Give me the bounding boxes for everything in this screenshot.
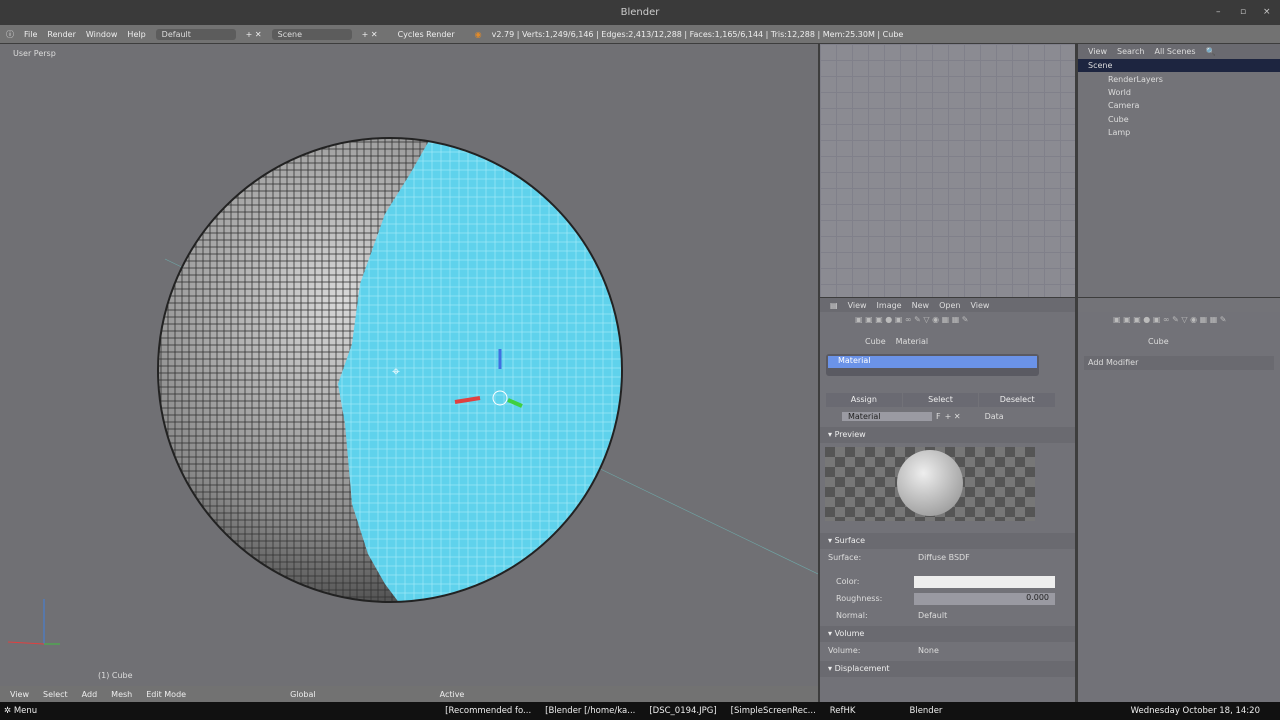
preview-panel-header[interactable]: Preview (835, 430, 866, 439)
outliner-label: RenderLayers (1108, 74, 1163, 84)
menu-mesh[interactable]: Mesh (111, 690, 132, 699)
menu-add[interactable]: Add (82, 690, 98, 699)
window-titlebar: Blender – ▫ × (0, 0, 1280, 25)
info-icon[interactable]: ⓘ (6, 29, 14, 40)
outliner-filter-select[interactable]: All Scenes (1154, 47, 1195, 56)
3d-view-header: View Select Add Mesh Edit Mode Global Ac… (0, 686, 818, 702)
clock[interactable]: Wednesday October 18, 14:20 (1131, 706, 1260, 716)
outliner: View Search All Scenes 🔍 Scene RenderLayers… (1078, 44, 1280, 297)
roughness-slider[interactable]: 0.000 (914, 592, 1055, 605)
volume-label: Volume: (828, 646, 861, 655)
outliner-label: Cube (1108, 114, 1129, 124)
mesh-sphere (7, 137, 818, 645)
add-layout-icon[interactable]: + ✕ (246, 30, 262, 39)
breadcrumb-material: Material (895, 337, 929, 346)
blender-logo-icon: ◉ (474, 29, 482, 39)
material-slot[interactable]: Material (828, 356, 1037, 368)
pivot-select[interactable]: Active (440, 690, 465, 699)
menu-view[interactable]: View (10, 690, 29, 699)
task-item[interactable]: RefHK (830, 706, 856, 716)
outliner-label: Camera (1108, 101, 1140, 111)
color-swatch[interactable] (914, 575, 1055, 588)
menu-render[interactable]: Render (47, 30, 75, 39)
maximize-button[interactable]: ▫ (1240, 0, 1246, 25)
material-preview (825, 447, 1035, 521)
image-view-select[interactable]: View (970, 301, 989, 310)
fake-user-button[interactable]: F (936, 412, 941, 421)
surface-panel-header[interactable]: Surface (835, 536, 865, 545)
info-header: ⓘ File Render Window Help Default + ✕ Sce… (0, 25, 1280, 43)
properties-tabs[interactable]: ▣ ▣ ▣ ● ▣ ∞ ✎ ▽ ◉ ▦ ▦ ✎ (1078, 315, 1280, 331)
outliner-item-scene[interactable]: Scene (1078, 59, 1280, 73)
taskbar: ✲ Menu [Recommended fo... [Blender [/hom… (0, 702, 1280, 720)
menu-select[interactable]: Select (43, 690, 68, 699)
image-view-menu[interactable]: View (848, 301, 867, 310)
displacement-panel-header[interactable]: Displacement (835, 664, 890, 673)
add-scene-icon[interactable]: + ✕ (362, 30, 378, 39)
scene-stats: v2.79 | Verts:1,249/6,146 | Edges:2,413/… (491, 29, 904, 39)
3d-cursor-icon[interactable]: ⌖ (392, 364, 400, 380)
3d-viewport[interactable]: User Persp ⌖ (1) Cube (0, 44, 818, 686)
outliner-item-world[interactable]: World (1078, 86, 1280, 99)
render-engine-select[interactable]: Cycles Render (398, 30, 455, 39)
outliner-label: World (1108, 87, 1131, 97)
surface-shader-select[interactable]: Diffuse BSDF (914, 553, 1055, 562)
menu-button[interactable]: ✲ Menu (4, 706, 37, 716)
open-image-button[interactable]: Open (939, 301, 960, 310)
outliner-item-lamp[interactable]: Lamp (1078, 126, 1280, 139)
window-title: Blender (620, 7, 660, 18)
scene-field[interactable]: Scene (271, 28, 352, 40)
image-menu[interactable]: Image (877, 301, 902, 310)
add-modifier-select[interactable]: Add Modifier (1084, 356, 1274, 370)
breadcrumb: Cube Material (820, 331, 1075, 346)
preview-sphere (897, 450, 963, 516)
outliner-view-menu[interactable]: View (1088, 47, 1107, 56)
add-material-icon[interactable]: + ✕ (945, 412, 961, 421)
image-editor[interactable] (820, 44, 1075, 297)
task-item[interactable]: [Recommended fo... (445, 706, 531, 716)
outliner-item-cube[interactable]: Cube (1078, 113, 1280, 126)
menu-label: Menu (13, 706, 38, 716)
properties-editor: ▤ View Image New Open View ▣ ▣ ▣ ● ▣ ∞ ✎ ▽ ◉ … (820, 298, 1075, 702)
task-item[interactable]: [SimpleScreenRec... (731, 706, 816, 716)
task-item[interactable]: [Blender [/home/ka... (545, 706, 635, 716)
outliner-label: Lamp (1108, 128, 1131, 138)
normal-label: Normal: (836, 611, 868, 620)
orientation-select[interactable]: Global (290, 690, 316, 699)
editor-type-icon[interactable]: ▤ (830, 301, 838, 310)
outliner-search-menu[interactable]: Search (1117, 47, 1144, 56)
assign-button[interactable]: Assign (826, 393, 902, 407)
select-button[interactable]: Select (902, 393, 979, 407)
deselect-button[interactable]: Deselect (979, 393, 1056, 407)
mode-select[interactable]: Edit Mode (146, 690, 186, 699)
roughness-label: Roughness: (836, 594, 883, 603)
task-item[interactable]: [DSC_0194.JPG] (649, 706, 716, 716)
menu-window[interactable]: Window (86, 30, 118, 39)
properties-tabs[interactable]: ▣ ▣ ▣ ● ▣ ∞ ✎ ▽ ◉ ▦ ▦ ✎ (820, 315, 1075, 331)
menu-file[interactable]: File (24, 30, 37, 39)
layout-field[interactable]: Default (155, 28, 236, 40)
modifier-properties: ▣ ▣ ▣ ● ▣ ∞ ✎ ▽ ◉ ▦ ▦ ✎ Cube Add Modifie… (1078, 298, 1280, 702)
minimize-button[interactable]: – (1216, 0, 1221, 25)
volume-select[interactable]: None (914, 646, 1055, 655)
link-select[interactable]: Data (985, 412, 1004, 421)
color-label: Color: (836, 577, 860, 586)
search-icon[interactable]: 🔍 (1206, 47, 1216, 56)
volume-panel-header[interactable]: Volume (835, 629, 865, 638)
active-object-label: (1) Cube (98, 671, 133, 680)
close-button[interactable]: × (1263, 0, 1271, 25)
material-name-field[interactable]: Material (842, 411, 932, 421)
outliner-item-camera[interactable]: Camera (1078, 99, 1280, 112)
outliner-item-renderlayers[interactable]: RenderLayers (1078, 72, 1280, 85)
surface-label: Surface: (828, 553, 862, 562)
outliner-label: Scene (1088, 61, 1113, 71)
new-image-button[interactable]: New (912, 301, 929, 310)
normal-select[interactable]: Default (914, 611, 1055, 620)
material-slot-list[interactable]: Material (826, 354, 1039, 376)
breadcrumb-cube: Cube (1148, 337, 1169, 346)
menu-help[interactable]: Help (127, 30, 145, 39)
task-item[interactable]: Blender (910, 706, 943, 716)
breadcrumb-cube: Cube (865, 337, 886, 346)
